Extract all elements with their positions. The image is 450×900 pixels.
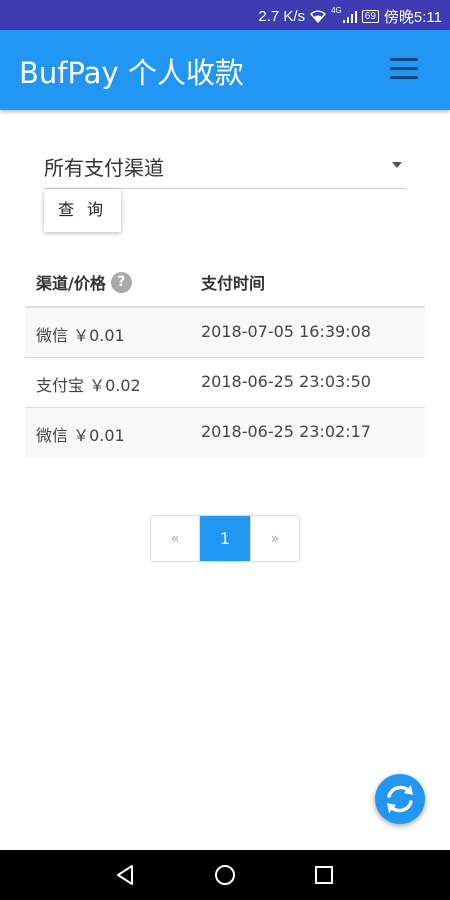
- row-channel-price: 支付宝 ￥0.02: [36, 376, 141, 395]
- table-row: 微信 ￥0.01 2018-06-25 23:02:17: [25, 408, 425, 457]
- row-channel-price: 微信 ￥0.01: [36, 426, 125, 445]
- header-channel-price-cell: 渠道/价格 ?: [36, 270, 132, 294]
- status-time: 傍晚5:11: [383, 9, 442, 26]
- row-pay-time: 2018-06-25 23:02:17: [201, 422, 371, 441]
- dropdown-caret-icon: [392, 162, 402, 168]
- home-circle-icon[interactable]: [212, 862, 238, 888]
- wifi-icon: [310, 10, 327, 23]
- pagination-next-button[interactable]: »: [250, 516, 299, 561]
- battery-icon: 69: [361, 10, 379, 23]
- app-bar: BufPay 个人收款: [0, 30, 450, 110]
- refresh-icon: [387, 785, 413, 813]
- network-speed: 2.7 K/s: [258, 8, 306, 25]
- query-button[interactable]: 查 询: [44, 189, 121, 232]
- row-channel-price: 微信 ￥0.01: [36, 326, 125, 345]
- row-pay-time: 2018-07-05 16:39:08: [201, 322, 371, 341]
- recent-square-icon[interactable]: [311, 862, 337, 888]
- help-icon[interactable]: ?: [110, 271, 132, 293]
- payments-table: 渠道/价格 ? 支付时间 微信 ￥0.01 2018-07-05 16:39:0…: [25, 258, 425, 457]
- app-title: BufPay 个人收款: [19, 56, 244, 90]
- table-header: 渠道/价格 ? 支付时间: [25, 258, 425, 308]
- pagination: « 1 »: [150, 515, 300, 562]
- header-channel-price: 渠道/价格: [36, 274, 106, 293]
- channel-select[interactable]: 所有支付渠道: [44, 150, 406, 189]
- network-type: 4G: [331, 6, 342, 15]
- table-row: 支付宝 ￥0.02 2018-06-25 23:03:50: [25, 358, 425, 408]
- channel-select-value: 所有支付渠道: [44, 156, 164, 180]
- table-row: 微信 ￥0.01 2018-07-05 16:39:08: [25, 308, 425, 358]
- header-pay-time: 支付时间: [201, 274, 266, 293]
- back-triangle-icon[interactable]: [112, 862, 138, 888]
- row-pay-time: 2018-06-25 23:03:50: [201, 372, 371, 391]
- refresh-button[interactable]: [375, 774, 425, 824]
- status-bar: 2.7 K/s 4G 69 傍晚5:11: [0, 0, 450, 30]
- system-nav-bar: [0, 850, 450, 900]
- hamburger-menu-icon[interactable]: [390, 58, 420, 82]
- pagination-page-button[interactable]: 1: [200, 516, 250, 561]
- signal-icon: [342, 10, 357, 23]
- pagination-prev-button[interactable]: «: [151, 516, 200, 561]
